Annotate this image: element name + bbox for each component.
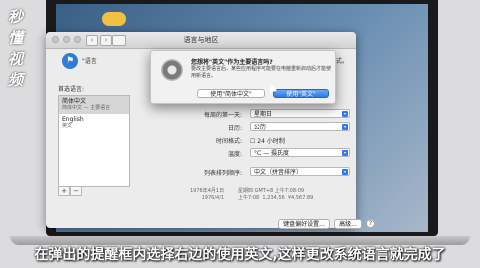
chevron-down-icon: ▾	[342, 124, 348, 130]
language-sub: 英文	[62, 123, 73, 129]
window-title: 语言与地区	[183, 36, 219, 44]
calendar-select[interactable]: 公历 ▾	[250, 122, 350, 131]
advanced-button[interactable]: 高级...	[334, 219, 362, 229]
language-item[interactable]: 简体中文 简体中文 — 主要语言	[59, 96, 129, 114]
time-format-label: 时间格式:	[215, 138, 242, 145]
chevron-down-icon: ▾	[342, 150, 348, 156]
language-name: 简体中文	[62, 98, 87, 105]
temperature-value: °C — 摄氏度	[254, 150, 290, 157]
sample-number: 1,234,56	[262, 195, 285, 201]
calendar-label: 日历:	[227, 125, 242, 132]
language-sub: 简体中文 — 主要语言	[62, 105, 111, 111]
list-sort-label: 列表排列顺序:	[203, 170, 242, 177]
list-edit-buttons: + −	[58, 186, 82, 196]
sample-date-short: 1976/4/1	[201, 195, 225, 201]
chevron-down-icon: ▾	[342, 111, 348, 117]
date-samples: 1976年4月1日 1976/4/1	[190, 188, 224, 202]
sample-date-long: 1976年4月1日	[190, 188, 225, 194]
remove-language-button[interactable]: −	[70, 186, 82, 196]
dialog-title: 您想将"英文"作为主要语言吗?	[191, 59, 273, 66]
window-titlebar: ‹ › 语言与地区	[46, 32, 356, 49]
watermark-text: 秒懂视频	[8, 8, 24, 89]
list-sort-value: 中文（拼音排序）	[254, 169, 303, 176]
sample-currency: ¥4,567.89	[287, 195, 314, 201]
use-english-button[interactable]: 使用"英文"	[273, 89, 329, 98]
sample-time-short: 上午7:08	[238, 195, 260, 201]
temperature-label: 温度:	[227, 151, 242, 158]
time-format-value: 24 小时制	[257, 138, 285, 145]
use-chinese-button[interactable]: 使用"简体中文"	[197, 89, 265, 98]
primary-language-dialog: 您想将"英文"作为主要语言吗? 要改主要语言后，某些应用程序可能要在电脑重新启动…	[150, 50, 336, 104]
format-samples: 星期四 GMT+8 上午7:08:09 上午7:08 1,234,56 ¥4,5…	[238, 188, 313, 202]
keyboard-preferences-button[interactable]: 键盘偏好设置...	[278, 219, 330, 229]
globe-flag-icon: ⚑	[62, 53, 78, 69]
intro-text: "语言	[82, 58, 97, 65]
help-button[interactable]: ?	[366, 219, 375, 228]
chevron-down-icon: ▾	[342, 169, 348, 175]
language-name: English	[62, 116, 84, 123]
add-language-button[interactable]: +	[58, 186, 70, 196]
video-subtitle: 在弹出的提醒框内选择右边的使用英文,这样更改系统语言就完成了	[34, 247, 446, 263]
list-sort-select[interactable]: 中文（拼音排序） ▾	[250, 167, 350, 176]
first-day-label: 每周的第一天:	[203, 112, 242, 119]
preferred-languages-list: 简体中文 简体中文 — 主要语言 English 英文	[58, 95, 130, 187]
calendar-value: 公历	[254, 124, 267, 131]
first-day-value: 星期日	[254, 111, 273, 118]
system-preferences-gear-icon	[161, 59, 183, 81]
time-format-checkbox[interactable]: ☐ 24 小时制	[250, 136, 285, 145]
sample-time-long: 星期四 GMT+8 上午7:08:09	[238, 188, 305, 194]
sample-time-short-numbers: 上午7:08 1,234,56 ¥4,567.89	[238, 195, 313, 202]
dialog-message: 要改主要语言后，某些应用程序可能要在电脑重新启动后才能使用新语言。	[191, 66, 332, 79]
watermark-badge	[102, 12, 126, 26]
preferred-languages-label: 首选语言:	[58, 86, 85, 93]
language-item[interactable]: English 英文	[59, 114, 129, 132]
temperature-select[interactable]: °C — 摄氏度 ▾	[250, 148, 350, 157]
first-day-select[interactable]: 星期日 ▾	[250, 109, 350, 118]
